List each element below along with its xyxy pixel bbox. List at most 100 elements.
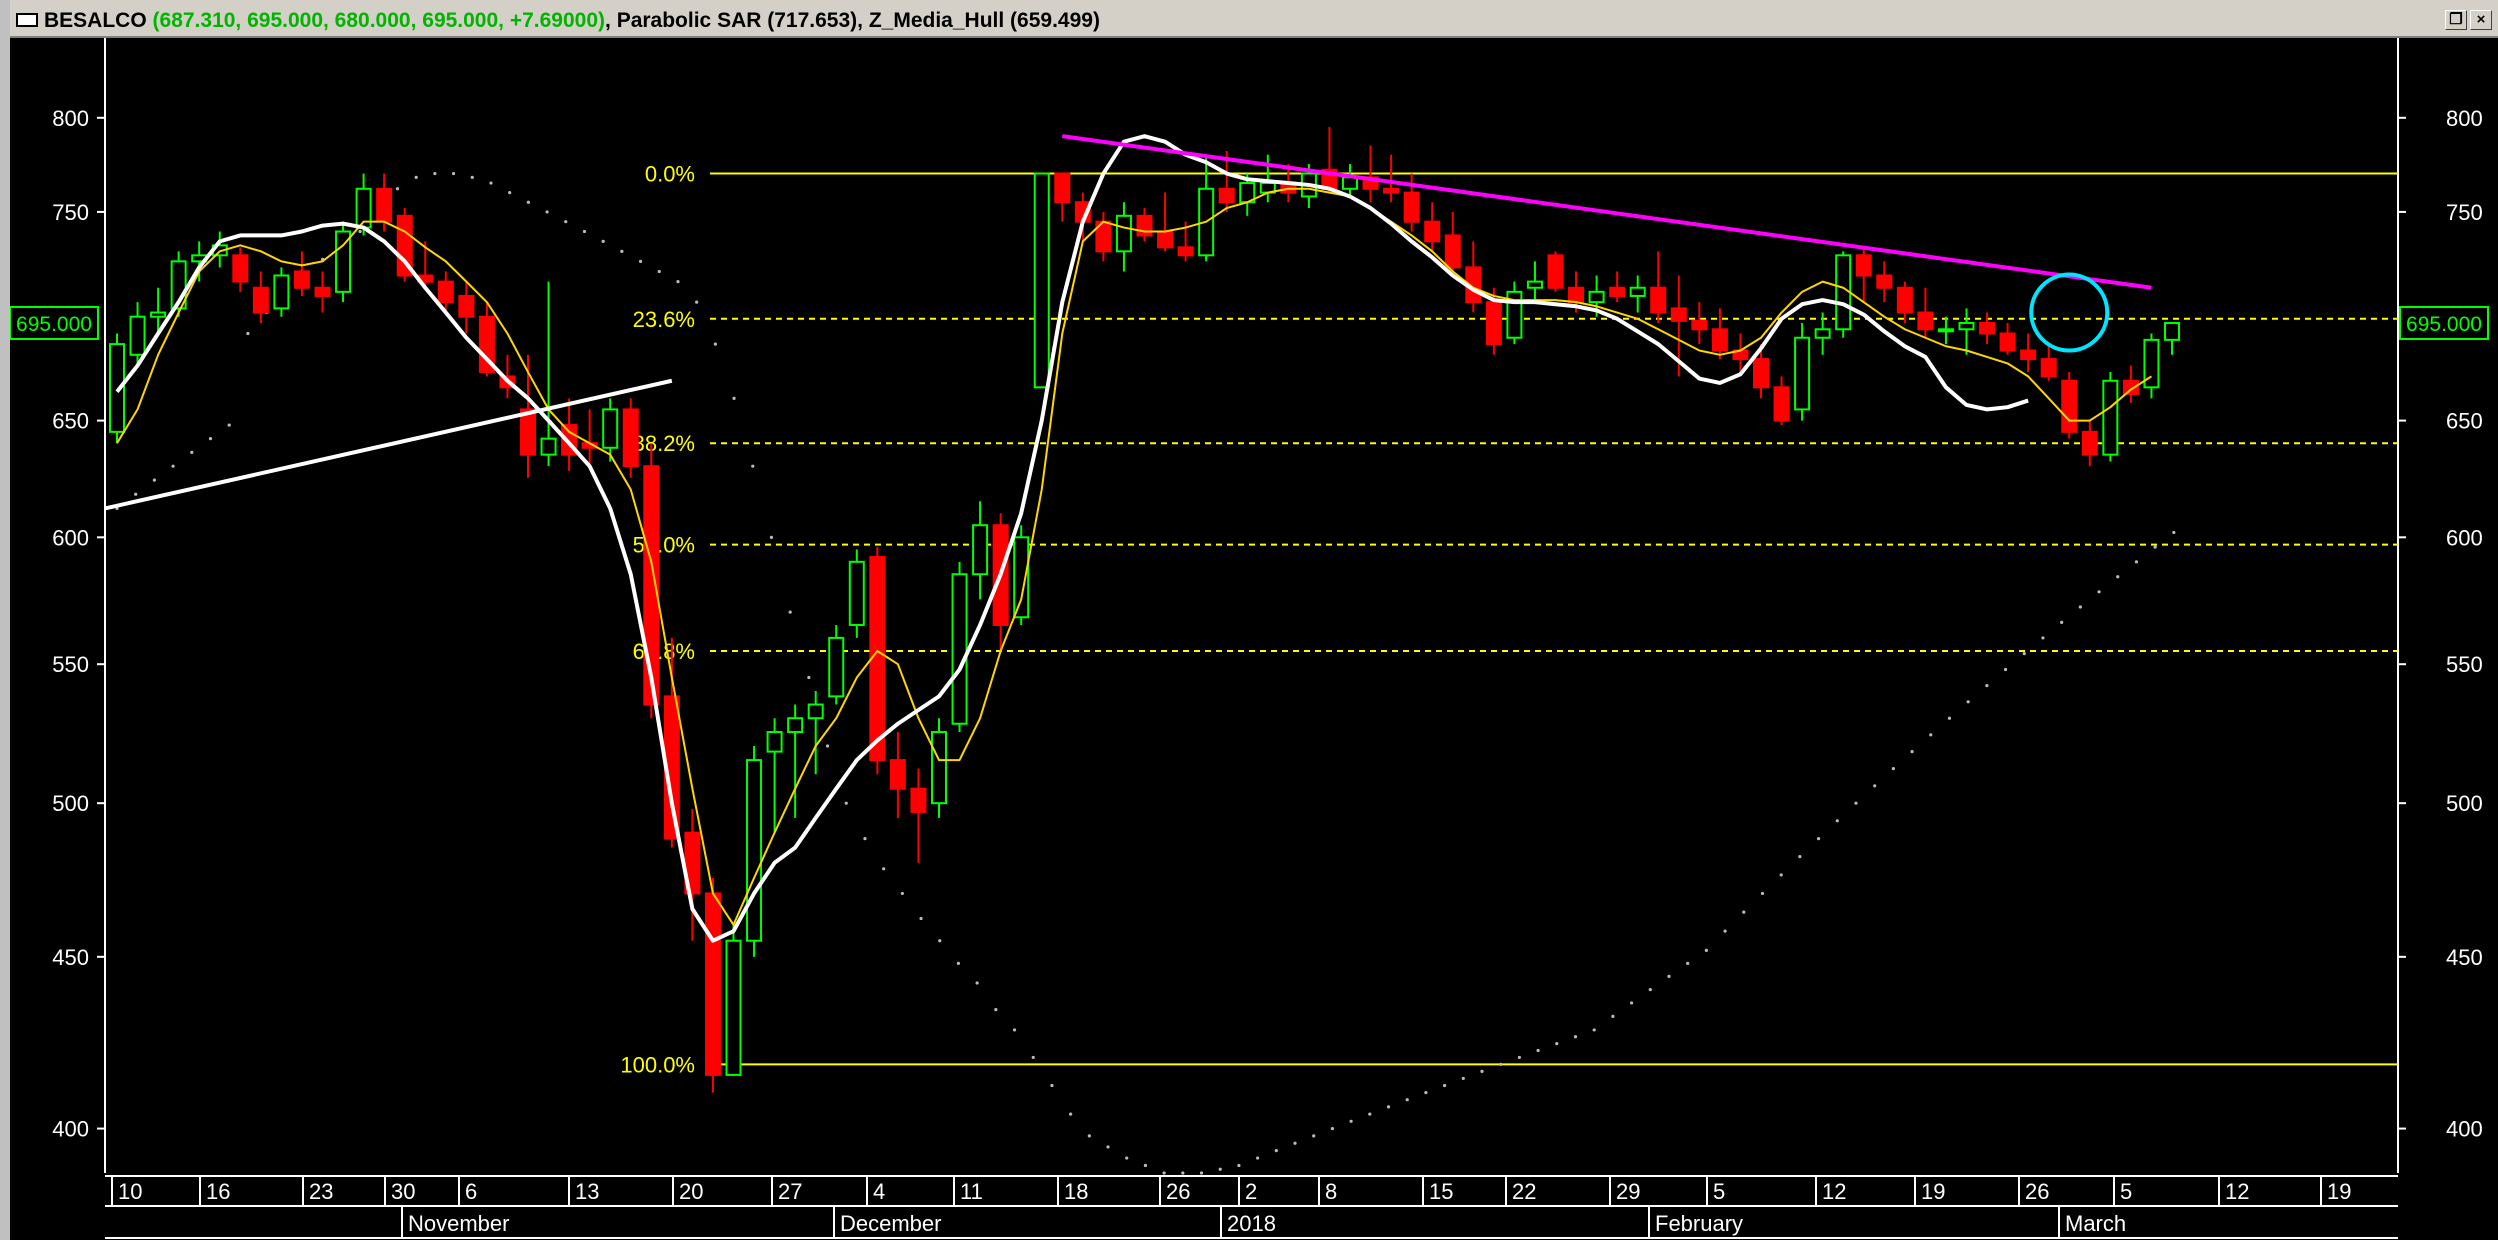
candle-down — [2081, 430, 2098, 456]
candle-down — [1711, 328, 1728, 352]
sar-dot — [1667, 974, 1671, 979]
x-day-label: 2 — [1245, 1179, 1257, 1204]
indicator-hull-name: Z_Media_Hull — [868, 9, 1005, 32]
candle-down — [1485, 301, 1502, 346]
sar-dot — [358, 229, 362, 234]
x-day-label: 26 — [1166, 1179, 1190, 1204]
sar-dot — [994, 1008, 998, 1012]
candle-down — [1218, 187, 1235, 204]
candle-down — [232, 254, 249, 283]
sar-dot — [1873, 784, 1877, 788]
x-day-label: 19 — [1921, 1179, 1945, 1204]
candle-down — [1444, 234, 1461, 269]
window-frame — [0, 0, 10, 1240]
sar-dot — [1966, 700, 1970, 704]
y-tick-label: 450 — [52, 945, 89, 970]
x-day-label: 26 — [2025, 1179, 2049, 1204]
candle-down — [1650, 286, 1667, 314]
y-tick-label-right: 800 — [2446, 106, 2483, 131]
candle-up — [848, 560, 865, 626]
sar-dot — [1087, 1134, 1091, 1138]
candle-up — [1629, 286, 1646, 297]
sar-dot — [1069, 1112, 1073, 1116]
x-day-label: 23 — [309, 1179, 333, 1204]
x-day-label: 5 — [2120, 1179, 2132, 1204]
sar-dot — [1443, 1083, 1447, 1088]
close-button[interactable]: × — [2470, 10, 2492, 30]
x-month-label: November — [408, 1211, 509, 1236]
y-tick-label: 800 — [52, 106, 89, 131]
x-day-label: 30 — [391, 1179, 415, 1204]
sar-dot — [433, 171, 437, 176]
x-day-label: 19 — [2327, 1179, 2351, 1204]
sar-dot — [2041, 636, 2045, 640]
title-text: BESALCO (687.310, 695.000, 680.000, 695.… — [44, 9, 1100, 32]
x-day-label: 12 — [1822, 1179, 1846, 1204]
sar-dot — [582, 229, 587, 234]
sar-dot — [1816, 837, 1821, 841]
candle-down — [1999, 332, 2016, 352]
x-day-label: 8 — [1325, 1179, 1337, 1204]
x-month-label: March — [2065, 1211, 2126, 1236]
candle-down — [293, 270, 310, 289]
sar-dot — [1592, 1028, 1596, 1032]
sar-dot — [1611, 1014, 1615, 1018]
sar-dot — [1368, 1112, 1372, 1116]
indicator-sar-name: Parabolic SAR — [616, 9, 762, 32]
sar-dot — [601, 239, 605, 243]
sar-dot — [732, 396, 736, 400]
candle-up — [1588, 290, 1605, 304]
sar-dot — [863, 837, 867, 841]
symbol-name: BESALCO — [44, 9, 147, 32]
window-icon — [16, 13, 38, 27]
candle-down — [1753, 358, 1769, 389]
candle-down — [1773, 386, 1790, 422]
x-day-label: 6 — [465, 1179, 477, 1204]
sar-dot — [564, 220, 568, 224]
x-day-label: 13 — [575, 1179, 599, 1204]
candle-down — [1157, 230, 1174, 249]
candle-down — [1177, 246, 1194, 257]
candle-down — [1054, 172, 1071, 204]
sar-dot — [638, 259, 643, 263]
sar-dot — [1162, 1171, 1166, 1175]
sar-dot — [2097, 590, 2101, 594]
sar-dot — [1293, 1141, 1297, 1145]
candle-up — [787, 717, 804, 734]
y-tick-label: 750 — [52, 200, 89, 225]
y-tick-label: 400 — [52, 1117, 89, 1142]
sar-dot — [208, 437, 213, 441]
sar-dot — [1760, 891, 1765, 896]
candle-down — [1609, 286, 1626, 297]
x-day-label: 16 — [206, 1179, 230, 1204]
sar-dot — [1461, 1076, 1465, 1081]
sar-dot — [451, 171, 456, 176]
y-tick-label-right: 500 — [2446, 791, 2483, 816]
candle-down — [1670, 307, 1687, 322]
indicator-hull-value: (659.499) — [1010, 9, 1100, 32]
candle-down — [1136, 214, 1153, 237]
candle-down — [458, 294, 475, 318]
candle-up — [1342, 176, 1358, 190]
sar-dot — [2022, 652, 2026, 656]
sar-dot — [2172, 530, 2176, 535]
y-tick-label: 500 — [52, 791, 89, 816]
x-day-label: 10 — [118, 1179, 142, 1204]
price-chart[interactable]: 0.0%23.6%38.2%50.0%61.8%100.0% 400 400450… — [10, 38, 2498, 1240]
chart-title-bar[interactable]: BESALCO (687.310, 695.000, 680.000, 695.… — [10, 4, 2498, 38]
sar-dot — [1312, 1134, 1316, 1138]
sar-dot — [1947, 716, 1952, 720]
sar-dot — [171, 464, 175, 468]
sar-dot — [1517, 1055, 1521, 1060]
restore-button[interactable]: ❐ — [2445, 10, 2467, 30]
candle-up — [725, 939, 742, 1076]
sar-dot — [1648, 987, 1652, 992]
sar-dot — [1779, 873, 1783, 877]
y-tick-label-right: 550 — [2446, 652, 2483, 677]
candle-up — [2102, 379, 2119, 456]
fibonacci-label: 0.0% — [645, 162, 695, 187]
y-tick-label: 550 — [52, 652, 89, 677]
last-price-label-right: 695.000 — [2406, 313, 2482, 336]
sar-dot — [246, 331, 250, 336]
sar-dot — [1686, 961, 1690, 965]
